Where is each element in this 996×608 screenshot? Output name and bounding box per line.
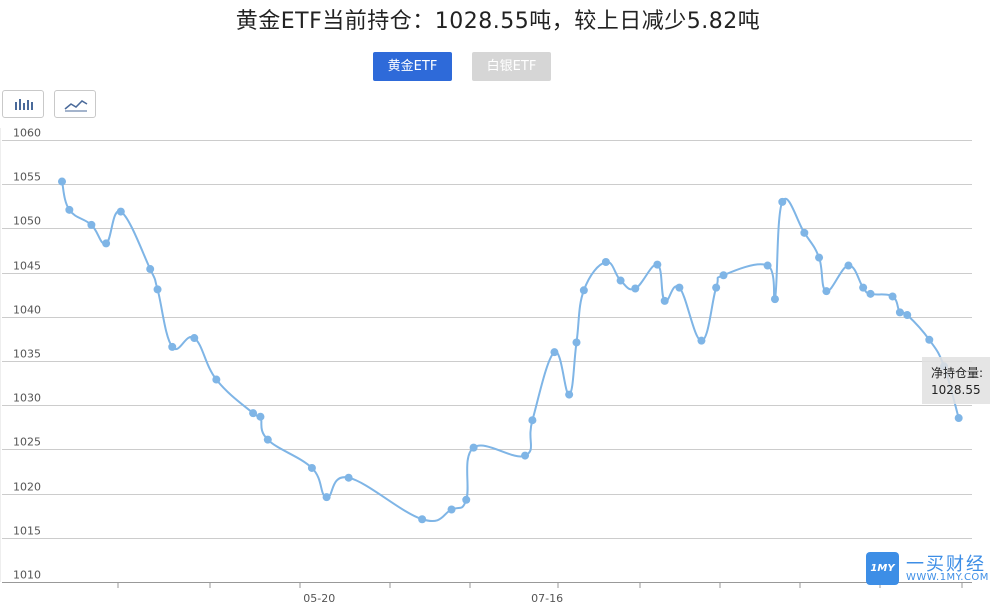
data-point bbox=[344, 473, 353, 482]
watermark: 1MY 一买财经 WWW.1MY.COM bbox=[866, 552, 989, 586]
data-point bbox=[462, 495, 471, 504]
data-point bbox=[190, 334, 199, 343]
data-point bbox=[770, 295, 779, 304]
y-tick-label: 1010 bbox=[13, 569, 41, 582]
data-point bbox=[168, 342, 177, 351]
y-tick-label: 1040 bbox=[13, 304, 41, 317]
data-point bbox=[660, 296, 669, 305]
data-point bbox=[719, 271, 728, 280]
data-point bbox=[307, 463, 316, 472]
data-point bbox=[954, 414, 963, 423]
data-point bbox=[212, 375, 221, 384]
x-tick-label: 07-16 bbox=[531, 592, 563, 605]
data-point bbox=[249, 409, 258, 418]
watermark-url: WWW.1MY.COM bbox=[906, 572, 989, 583]
x-tick-label: 05-20 bbox=[303, 592, 335, 605]
y-tick-label: 1055 bbox=[13, 171, 41, 184]
chart-tooltip: 净持仓量: 1028.55 bbox=[922, 357, 990, 404]
y-tick-label: 1060 bbox=[13, 127, 41, 140]
y-tick-label: 1045 bbox=[13, 260, 41, 273]
data-point bbox=[521, 451, 530, 460]
data-point bbox=[58, 177, 66, 186]
y-tick-label: 1015 bbox=[13, 525, 41, 538]
data-point bbox=[778, 197, 787, 206]
y-tick-label: 1020 bbox=[13, 481, 41, 494]
data-point bbox=[675, 283, 684, 292]
data-point bbox=[859, 283, 868, 292]
data-point bbox=[895, 308, 904, 317]
line-chart: 1060 1055 1050 1045 1040 1035 1030 1025 1020 1015… bbox=[0, 127, 972, 605]
data-point bbox=[925, 335, 934, 344]
y-tick-label: 1035 bbox=[13, 348, 41, 361]
data-point bbox=[800, 228, 809, 237]
data-point bbox=[888, 292, 897, 301]
data-point bbox=[418, 515, 427, 524]
data-point bbox=[528, 416, 537, 425]
y-tick-label: 1025 bbox=[13, 436, 41, 449]
y-tick-label: 1030 bbox=[13, 392, 41, 405]
data-point bbox=[447, 505, 456, 514]
data-point bbox=[102, 239, 111, 248]
data-point bbox=[844, 261, 853, 270]
data-point bbox=[822, 287, 831, 296]
data-point bbox=[653, 260, 662, 269]
data-point bbox=[579, 286, 588, 295]
data-point bbox=[712, 283, 721, 292]
data-point bbox=[763, 261, 772, 270]
data-point bbox=[616, 276, 625, 285]
data-point bbox=[866, 289, 875, 298]
tooltip-value: 1028.55 bbox=[931, 383, 981, 397]
data-point bbox=[322, 493, 331, 502]
data-point bbox=[565, 390, 574, 399]
data-point bbox=[697, 336, 706, 345]
data-point bbox=[146, 265, 155, 274]
data-point bbox=[903, 311, 912, 320]
data-point bbox=[153, 285, 162, 294]
y-tick-label: 1050 bbox=[13, 215, 41, 228]
data-point bbox=[631, 284, 640, 293]
data-point bbox=[572, 338, 581, 347]
data-point bbox=[116, 207, 125, 216]
data-point bbox=[815, 253, 824, 262]
tooltip-label: 净持仓量: bbox=[931, 366, 984, 380]
data-point bbox=[601, 257, 610, 266]
watermark-logo: 1MY bbox=[866, 552, 899, 585]
series-line bbox=[61, 181, 960, 522]
data-point bbox=[87, 220, 96, 229]
data-point bbox=[256, 412, 265, 421]
data-point bbox=[263, 435, 272, 444]
data-point bbox=[65, 205, 74, 214]
data-point bbox=[550, 348, 559, 357]
data-point bbox=[469, 443, 478, 452]
